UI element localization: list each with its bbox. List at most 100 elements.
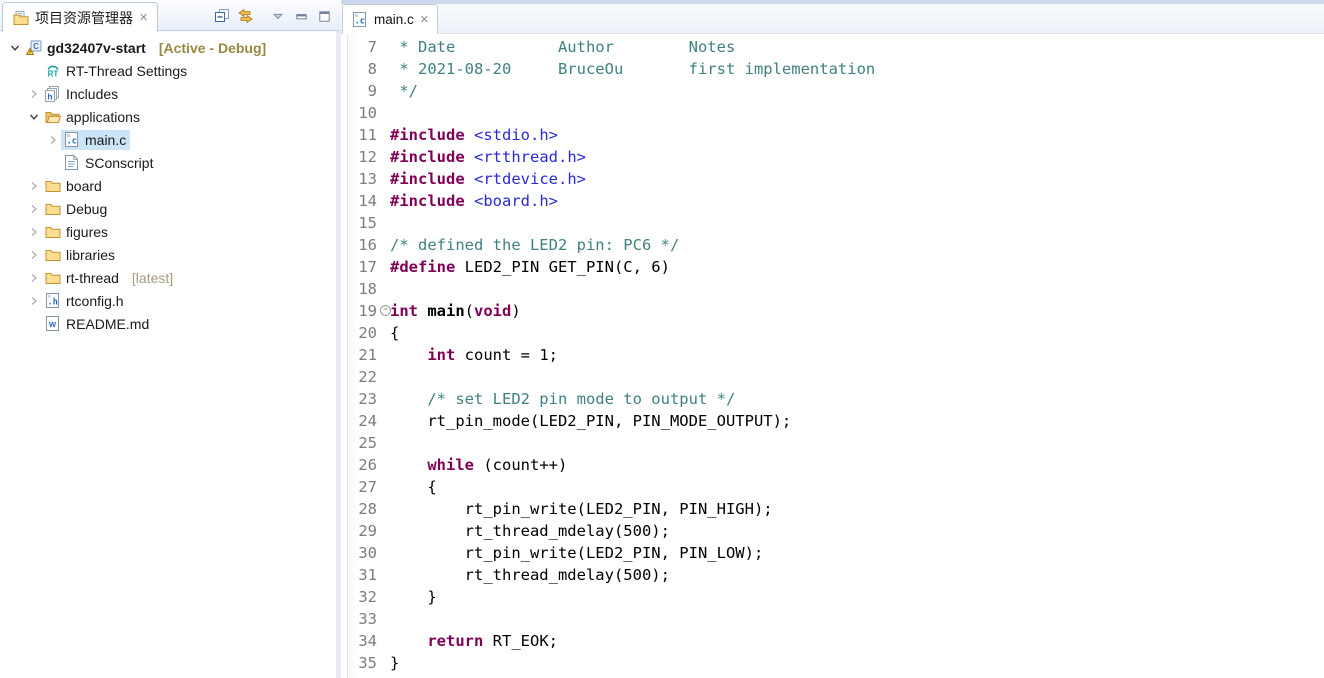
code-line[interactable]: * 2021-08-20 BruceOu first implementatio… [390, 58, 1324, 80]
tree-item-body[interactable]: RT RT-Thread Settings [42, 61, 191, 81]
code-line[interactable]: #include <rtthread.h> [390, 146, 1324, 168]
line-number: 21 [355, 344, 377, 366]
code-line[interactable] [390, 432, 1324, 454]
code-line[interactable]: int count = 1; [390, 344, 1324, 366]
code-line[interactable] [390, 608, 1324, 630]
expand-chevron-icon[interactable] [25, 293, 42, 309]
tree-item-libraries[interactable]: libraries [0, 243, 336, 266]
view-menu-button[interactable] [269, 7, 287, 25]
link-with-editor-button[interactable] [236, 7, 254, 25]
tree-item-body[interactable]: hIncludes [42, 84, 122, 104]
line-number: 9 [355, 80, 377, 102]
code-line[interactable] [390, 102, 1324, 124]
tree-item-readme-md[interactable]: wREADME.md [0, 312, 336, 335]
tree-item-includes[interactable]: hIncludes [0, 82, 336, 105]
line-number: 10 [355, 102, 377, 124]
code-line[interactable]: #define LED2_PIN GET_PIN(C, 6) [390, 256, 1324, 278]
code-line[interactable]: /* defined the LED2 pin: PC6 */ [390, 234, 1324, 256]
c-project-icon: C [25, 40, 42, 56]
tree-item-gd32407v-start[interactable]: Cgd32407v-start[Active - Debug] [0, 36, 336, 59]
ide-window: 项目资源管理器 ✕ Cgd32407v-start[Active - Debug… [0, 0, 1324, 678]
svg-text:.h: .h [48, 298, 58, 308]
expand-chevron-icon[interactable] [6, 40, 23, 56]
tree-item-debug[interactable]: Debug [0, 197, 336, 220]
tree-item-main-c[interactable]: .cmain.c [0, 128, 336, 151]
tree-item-rtconfig-h[interactable]: .h rtconfig.h [0, 289, 336, 312]
close-icon[interactable]: ✕ [139, 12, 148, 24]
tree-item-applications[interactable]: applications [0, 105, 336, 128]
tree-item-body[interactable]: rt-thread [42, 268, 123, 288]
expand-chevron-icon[interactable] [25, 178, 42, 194]
tree-item-body[interactable]: figures [42, 222, 112, 242]
tree-item-body[interactable]: applications [42, 107, 144, 127]
line-number: 29 [355, 520, 377, 542]
code-area[interactable]: 7891011121314151617181920212223242526272… [341, 34, 1324, 678]
h-file-icon: .h [44, 293, 61, 309]
code-line[interactable]: * Date Author Notes [390, 36, 1324, 58]
code-line[interactable]: return RT_EOK; [390, 630, 1324, 652]
project-explorer-panel: 项目资源管理器 ✕ Cgd32407v-start[Active - Debug… [0, 0, 341, 678]
code-line[interactable]: } [390, 586, 1324, 608]
tab-project-explorer[interactable]: 项目资源管理器 ✕ [2, 2, 158, 32]
tree-item-sconscript[interactable]: SConscript [0, 151, 336, 174]
maximize-button[interactable] [315, 7, 333, 25]
tree-item-label: Includes [66, 86, 118, 102]
explorer-tab-title: 项目资源管理器 [35, 8, 133, 28]
line-number: 32 [355, 586, 377, 608]
tree-item-body[interactable]: .cmain.c [61, 130, 130, 150]
svg-text:.c: .c [355, 17, 365, 27]
code-line[interactable]: } [390, 652, 1324, 674]
line-number: 18 [355, 278, 377, 300]
code-line[interactable]: */ [390, 80, 1324, 102]
tree-item-body[interactable]: Debug [42, 199, 111, 219]
expand-chevron-icon[interactable] [25, 109, 42, 125]
expand-chevron-icon[interactable] [44, 132, 61, 148]
tree-item-rt-thread-settings[interactable]: RT RT-Thread Settings [0, 59, 336, 82]
tab-main-c[interactable]: .c main.c ✕ [342, 4, 438, 34]
tree-item-body[interactable]: .h rtconfig.h [42, 291, 128, 311]
code-line[interactable]: rt_thread_mdelay(500); [390, 564, 1324, 586]
tree-item-board[interactable]: board [0, 174, 336, 197]
editor-tabbar: .c main.c ✕ [341, 4, 1324, 34]
line-number: 20 [355, 322, 377, 344]
expand-chevron-icon[interactable] [25, 224, 42, 240]
tree-item-body[interactable]: libraries [42, 245, 119, 265]
tree-item-label: applications [66, 109, 140, 125]
expand-chevron-icon[interactable] [25, 270, 42, 286]
line-number: 19 [355, 300, 377, 322]
line-number-gutter: 7891011121314151617181920212223242526272… [355, 36, 377, 674]
tree-item-body[interactable]: wREADME.md [42, 314, 153, 334]
code-line[interactable]: /* set LED2 pin mode to output */ [390, 388, 1324, 410]
code-line[interactable]: int main(void) [390, 300, 1324, 322]
expand-chevron-icon[interactable] [25, 247, 42, 263]
code-line[interactable] [390, 366, 1324, 388]
code-line[interactable]: rt_thread_mdelay(500); [390, 520, 1324, 542]
tree-item-figures[interactable]: figures [0, 220, 336, 243]
expand-chevron-icon[interactable] [25, 86, 42, 102]
code-line[interactable] [390, 212, 1324, 234]
code-content[interactable]: * Date Author Notes * 2021-08-20 BruceOu… [390, 36, 1324, 678]
code-line[interactable]: rt_pin_write(LED2_PIN, PIN_LOW); [390, 542, 1324, 564]
text-file-icon [63, 155, 80, 171]
close-icon[interactable]: ✕ [420, 14, 429, 26]
tree-item-label: RT-Thread Settings [66, 63, 187, 79]
tree-item-rt-thread[interactable]: rt-thread[latest] [0, 266, 336, 289]
code-line[interactable]: rt_pin_mode(LED2_PIN, PIN_MODE_OUTPUT); [390, 410, 1324, 432]
minimize-button[interactable] [292, 7, 310, 25]
line-number: 34 [355, 630, 377, 652]
tree-item-body[interactable]: Cgd32407v-start [23, 38, 150, 58]
code-line[interactable]: #include <stdio.h> [390, 124, 1324, 146]
tree-item-body[interactable]: board [42, 176, 106, 196]
code-line[interactable]: { [390, 322, 1324, 344]
code-line[interactable]: while (count++) [390, 454, 1324, 476]
tree-item-label: rtconfig.h [66, 293, 124, 309]
collapse-all-button[interactable] [213, 7, 231, 25]
code-line[interactable] [390, 278, 1324, 300]
tree-item-body[interactable]: SConscript [61, 153, 157, 173]
expand-chevron-icon[interactable] [25, 201, 42, 217]
code-line[interactable]: { [390, 476, 1324, 498]
code-line[interactable]: #include <board.h> [390, 190, 1324, 212]
rt-settings-icon: RT [44, 63, 61, 79]
code-line[interactable]: #include <rtdevice.h> [390, 168, 1324, 190]
code-line[interactable]: rt_pin_write(LED2_PIN, PIN_HIGH); [390, 498, 1324, 520]
